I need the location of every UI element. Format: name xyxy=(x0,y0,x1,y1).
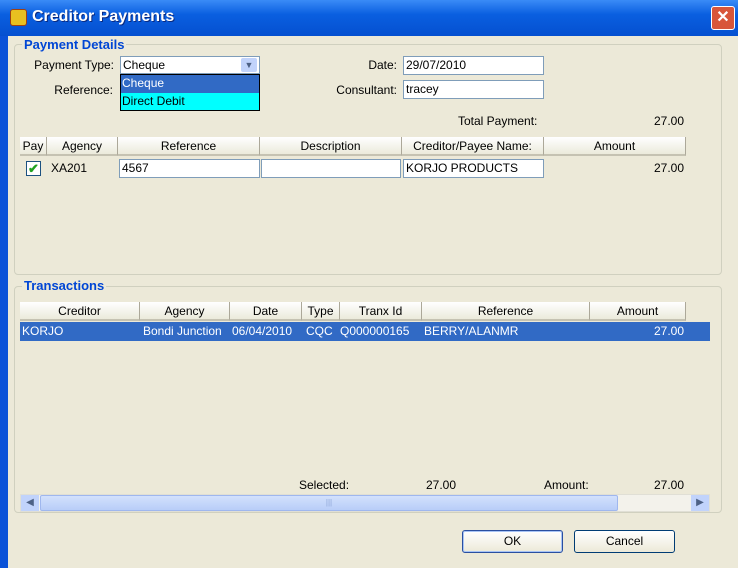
ok-button[interactable]: OK xyxy=(462,530,563,553)
cell-creditor: KORJO xyxy=(22,324,64,338)
total-payment-value: 27.00 xyxy=(653,114,684,128)
column-header-agency[interactable]: Agency xyxy=(140,302,230,321)
column-header-amount[interactable]: Amount xyxy=(590,302,686,321)
selected-label: Selected: xyxy=(299,478,350,492)
window-title: Creditor Payments xyxy=(32,8,175,25)
total-payment-label: Total Payment: xyxy=(458,114,538,128)
row-agency: XA201 xyxy=(51,161,88,175)
close-icon[interactable]: ✕ xyxy=(711,6,735,30)
dropdown-option-cheque[interactable]: Cheque xyxy=(121,75,259,93)
payment-type-label: Payment Type: xyxy=(34,58,114,72)
amount-label: Amount: xyxy=(544,478,589,492)
pay-checkbox[interactable]: ✔ xyxy=(26,161,41,176)
selected-value: 27.00 xyxy=(425,478,456,492)
column-header-reference[interactable]: Reference xyxy=(118,137,260,156)
column-header-reference[interactable]: Reference xyxy=(422,302,590,321)
cell-type: CQC xyxy=(306,324,333,338)
transactions-label: Transactions xyxy=(22,278,107,293)
app-icon xyxy=(10,9,27,26)
payment-type-value: Cheque xyxy=(123,58,166,72)
cell-date: 06/04/2010 xyxy=(232,324,293,338)
scroll-thumb[interactable]: ||| xyxy=(40,495,618,511)
scroll-left-icon[interactable]: ◀ xyxy=(21,495,39,511)
column-header-tranx-id[interactable]: Tranx Id xyxy=(340,302,422,321)
row-description-input[interactable] xyxy=(261,159,401,178)
cell-reference: BERRY/ALANMR xyxy=(424,324,519,338)
amount-value: 27.00 xyxy=(653,478,684,492)
column-header-date[interactable]: Date xyxy=(230,302,302,321)
row-reference-input[interactable]: 4567 xyxy=(119,159,260,178)
dropdown-option-direct-debit[interactable]: Direct Debit xyxy=(121,93,259,110)
column-header-creditor[interactable]: Creditor xyxy=(20,302,140,321)
date-label: Date: xyxy=(368,58,397,72)
column-header-amount[interactable]: Amount xyxy=(544,137,686,156)
cancel-button[interactable]: Cancel xyxy=(574,530,675,553)
row-creditor-input[interactable]: KORJO PRODUCTS xyxy=(403,159,544,178)
cell-amount: 27.00 xyxy=(653,324,684,338)
reference-label: Reference: xyxy=(54,83,113,97)
cell-agency: Bondi Junction xyxy=(143,324,222,338)
row-amount: 27.00 xyxy=(653,161,684,175)
chevron-down-icon[interactable]: ▼ xyxy=(241,58,257,72)
column-header-creditor[interactable]: Creditor/Payee Name: xyxy=(402,137,544,156)
payment-type-dropdown: Cheque Direct Debit xyxy=(120,74,260,111)
cell-tranx-id: Q000000165 xyxy=(340,324,410,338)
column-header-agency[interactable]: Agency xyxy=(47,137,118,156)
horizontal-scrollbar[interactable]: ◀ ||| ▶ xyxy=(20,494,710,512)
column-header-description[interactable]: Description xyxy=(260,137,402,156)
payment-type-select[interactable]: Cheque ▼ xyxy=(120,56,260,74)
scroll-right-icon[interactable]: ▶ xyxy=(691,495,709,511)
title-bar[interactable]: Creditor Payments ✕ xyxy=(0,0,738,36)
column-header-pay[interactable]: Pay xyxy=(20,137,47,156)
consultant-field[interactable]: tracey xyxy=(403,80,544,99)
consultant-label: Consultant: xyxy=(336,83,397,97)
payment-details-label: Payment Details xyxy=(22,37,127,52)
column-header-type[interactable]: Type xyxy=(302,302,340,321)
table-row[interactable]: KORJO Bondi Junction 06/04/2010 CQC Q000… xyxy=(20,322,710,341)
date-field[interactable]: 29/07/2010 xyxy=(403,56,544,75)
